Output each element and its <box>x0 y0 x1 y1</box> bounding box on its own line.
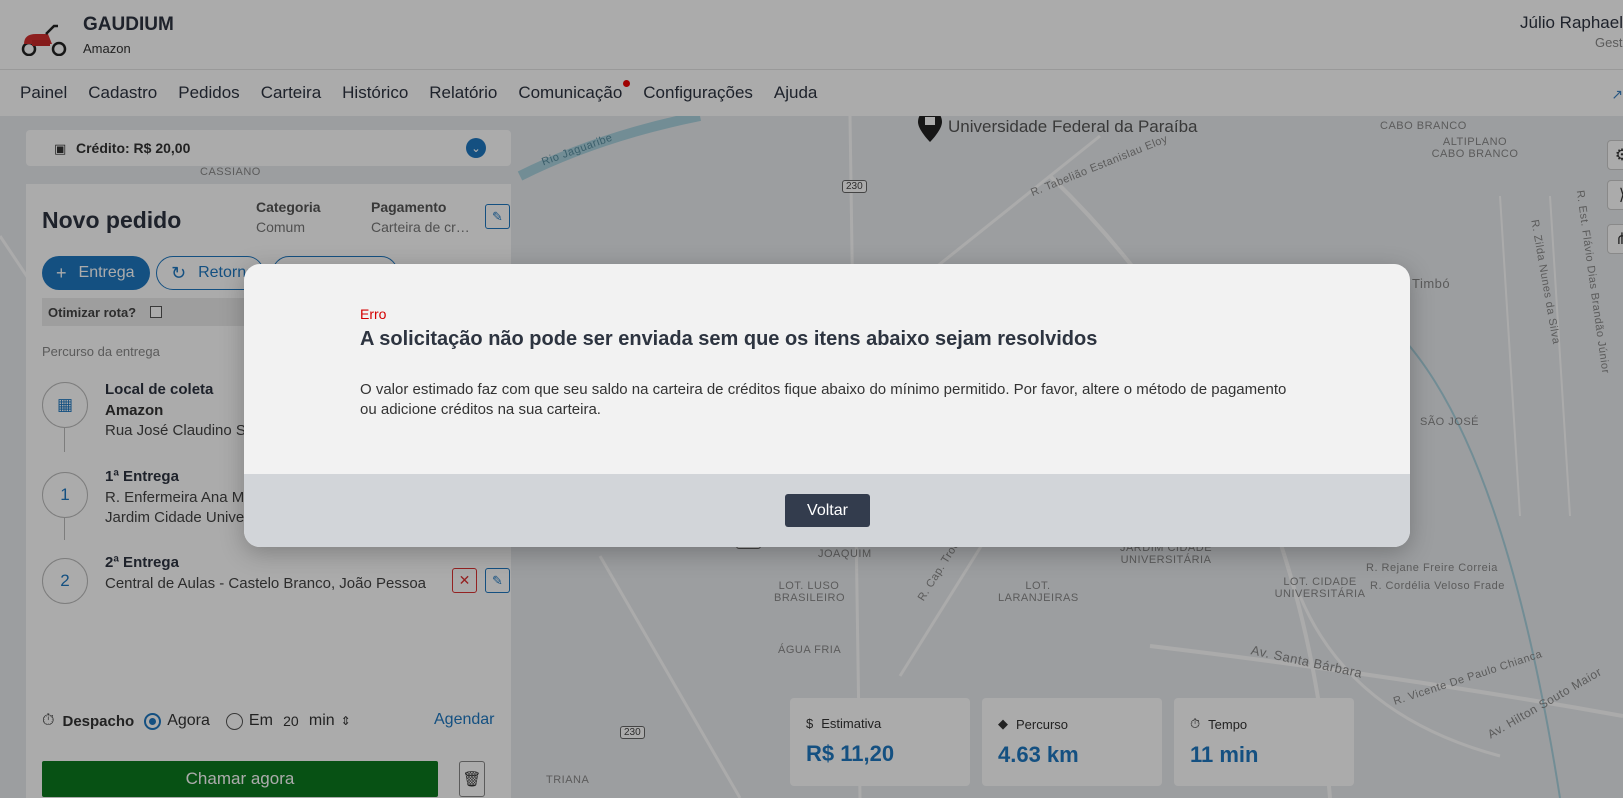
back-button[interactable]: Voltar <box>785 494 870 527</box>
error-modal: Erro A solicitação não pode ser enviada … <box>244 264 1410 547</box>
modal-footer: Voltar <box>244 474 1410 547</box>
modal-body: O valor estimado faz com que seu saldo n… <box>360 381 1287 418</box>
modal-error-label: Erro <box>360 306 387 322</box>
modal-title: A solicitação não pode ser enviada sem q… <box>360 328 1098 350</box>
